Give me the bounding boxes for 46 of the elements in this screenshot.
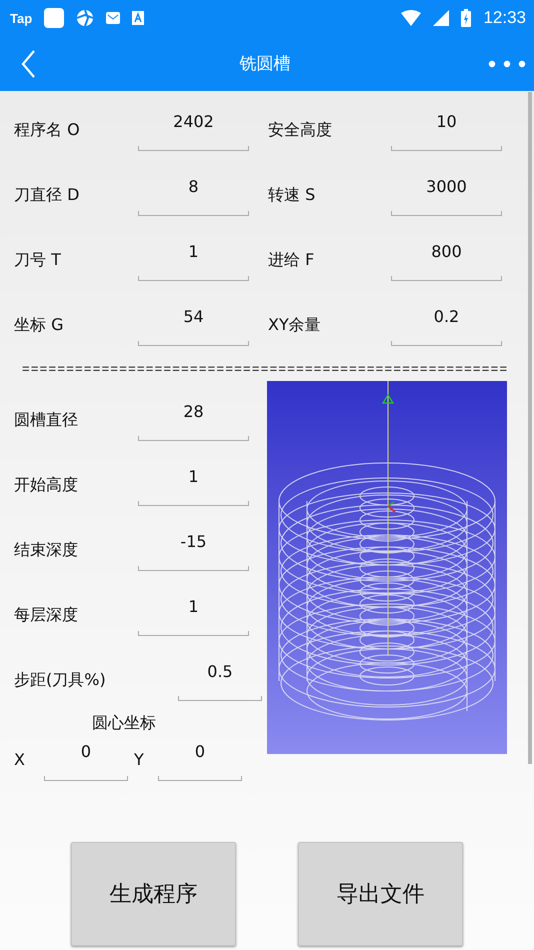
aperture-icon <box>76 9 94 27</box>
input-field[interactable]: -15 <box>138 532 249 571</box>
input-field[interactable]: 800 <box>391 242 502 281</box>
input-field[interactable]: 10 <box>391 112 502 151</box>
action-button[interactable]: 生成程序 <box>71 842 236 946</box>
field-label: 进给 F <box>268 250 316 270</box>
field-label: X <box>14 750 26 770</box>
field-label: 程序名 O <box>14 120 81 140</box>
document-icon <box>132 11 144 25</box>
mail-icon <box>106 12 120 24</box>
action-button[interactable]: 导出文件 <box>298 842 463 946</box>
page-title: 铣圆槽 <box>238 53 292 75</box>
field-label: 转速 S <box>268 185 316 205</box>
field-label: 开始高度 <box>14 475 79 495</box>
input-field[interactable]: 28 <box>138 402 249 441</box>
signal-icon <box>433 10 450 26</box>
input-field[interactable]: 8 <box>138 177 249 216</box>
field-label: 刀直径 D <box>14 185 80 205</box>
input-field[interactable]: 2402 <box>138 112 249 151</box>
field-label: 刀号 T <box>14 250 62 270</box>
input-field[interactable]: 0 <box>44 742 128 781</box>
section-label: 圆心坐标 <box>92 713 156 733</box>
battery-icon <box>461 9 472 27</box>
input-field[interactable]: 1 <box>138 467 249 506</box>
separator-text: ======================================================= <box>22 360 510 378</box>
field-label: 每层深度 <box>14 605 79 625</box>
input-field[interactable]: 0 <box>158 742 242 781</box>
field-label: 安全高度 <box>268 120 333 140</box>
input-field[interactable]: 0.2 <box>391 307 502 346</box>
field-label: 坐标 G <box>14 315 64 335</box>
app-label: Tap <box>10 10 32 26</box>
input-field[interactable]: 0.5 <box>178 662 262 701</box>
app-icon <box>44 8 64 28</box>
field-label: 步距(刀具%) <box>14 670 107 690</box>
field-label: 结束深度 <box>14 540 79 560</box>
more-icon[interactable] <box>488 60 526 68</box>
input-field[interactable]: 54 <box>138 307 249 346</box>
field-label: 圆槽直径 <box>14 410 79 430</box>
input-field[interactable]: 1 <box>138 597 249 636</box>
input-field[interactable]: 1 <box>138 242 249 281</box>
axis-icon <box>382 381 396 656</box>
clock: 12:33 <box>483 8 526 28</box>
input-field[interactable]: 3000 <box>391 177 502 216</box>
field-label: XY余量 <box>268 315 322 335</box>
wifi-icon <box>401 10 422 26</box>
field-label: Y <box>134 750 145 770</box>
